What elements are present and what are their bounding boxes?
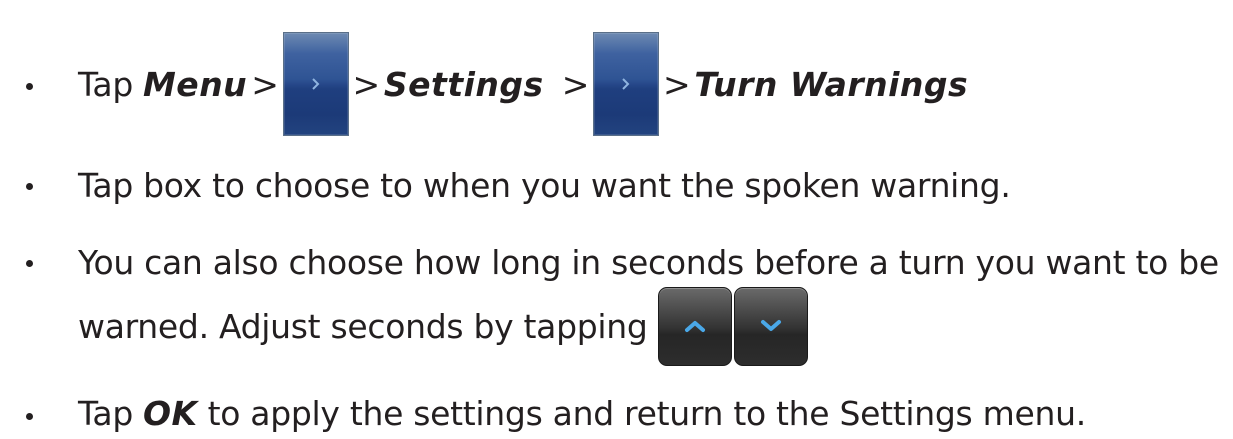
- separator: >: [663, 64, 691, 104]
- separator: >: [352, 64, 381, 104]
- chevron-up-icon: [684, 321, 705, 332]
- instruction-row-4: Tap OK to apply the settings and return …: [0, 388, 1086, 438]
- chevron-next-button[interactable]: [593, 32, 660, 136]
- instruction-text: Tap box to choose to when you want the s…: [78, 165, 1011, 205]
- tap-text: Tap: [78, 393, 133, 433]
- turn-warnings-label: Turn Warnings: [694, 64, 969, 104]
- menu-label: Menu: [142, 64, 248, 104]
- increase-seconds-button[interactable]: [657, 286, 732, 366]
- instruction-text: You can also choose how long in seconds …: [78, 242, 1219, 282]
- instruction-row-2: Tap box to choose to when you want the s…: [0, 160, 1011, 210]
- instruction-row-1: Tap Menu > > Settings > > Turn Warnings: [0, 32, 968, 136]
- chevron-right-icon: [311, 78, 319, 90]
- tap-text: Tap: [78, 64, 133, 104]
- chevron-next-button[interactable]: [282, 32, 349, 136]
- adjust-seconds-buttons: [657, 286, 808, 366]
- instruction-text: warned. Adjust seconds by tapping: [78, 306, 648, 346]
- instruction-row-3-line-2: warned. Adjust seconds by tapping: [0, 286, 808, 366]
- instruction-text: to apply the settings and return to the …: [207, 393, 1087, 433]
- instruction-row-3-line-1: You can also choose how long in seconds …: [0, 237, 1219, 287]
- decrease-seconds-button[interactable]: [733, 286, 808, 366]
- chevron-right-icon: [622, 78, 630, 90]
- separator: >: [561, 64, 590, 104]
- separator: >: [251, 64, 279, 104]
- ok-label: OK: [142, 393, 198, 433]
- chevron-down-icon: [760, 320, 781, 331]
- settings-label: Settings: [383, 64, 544, 104]
